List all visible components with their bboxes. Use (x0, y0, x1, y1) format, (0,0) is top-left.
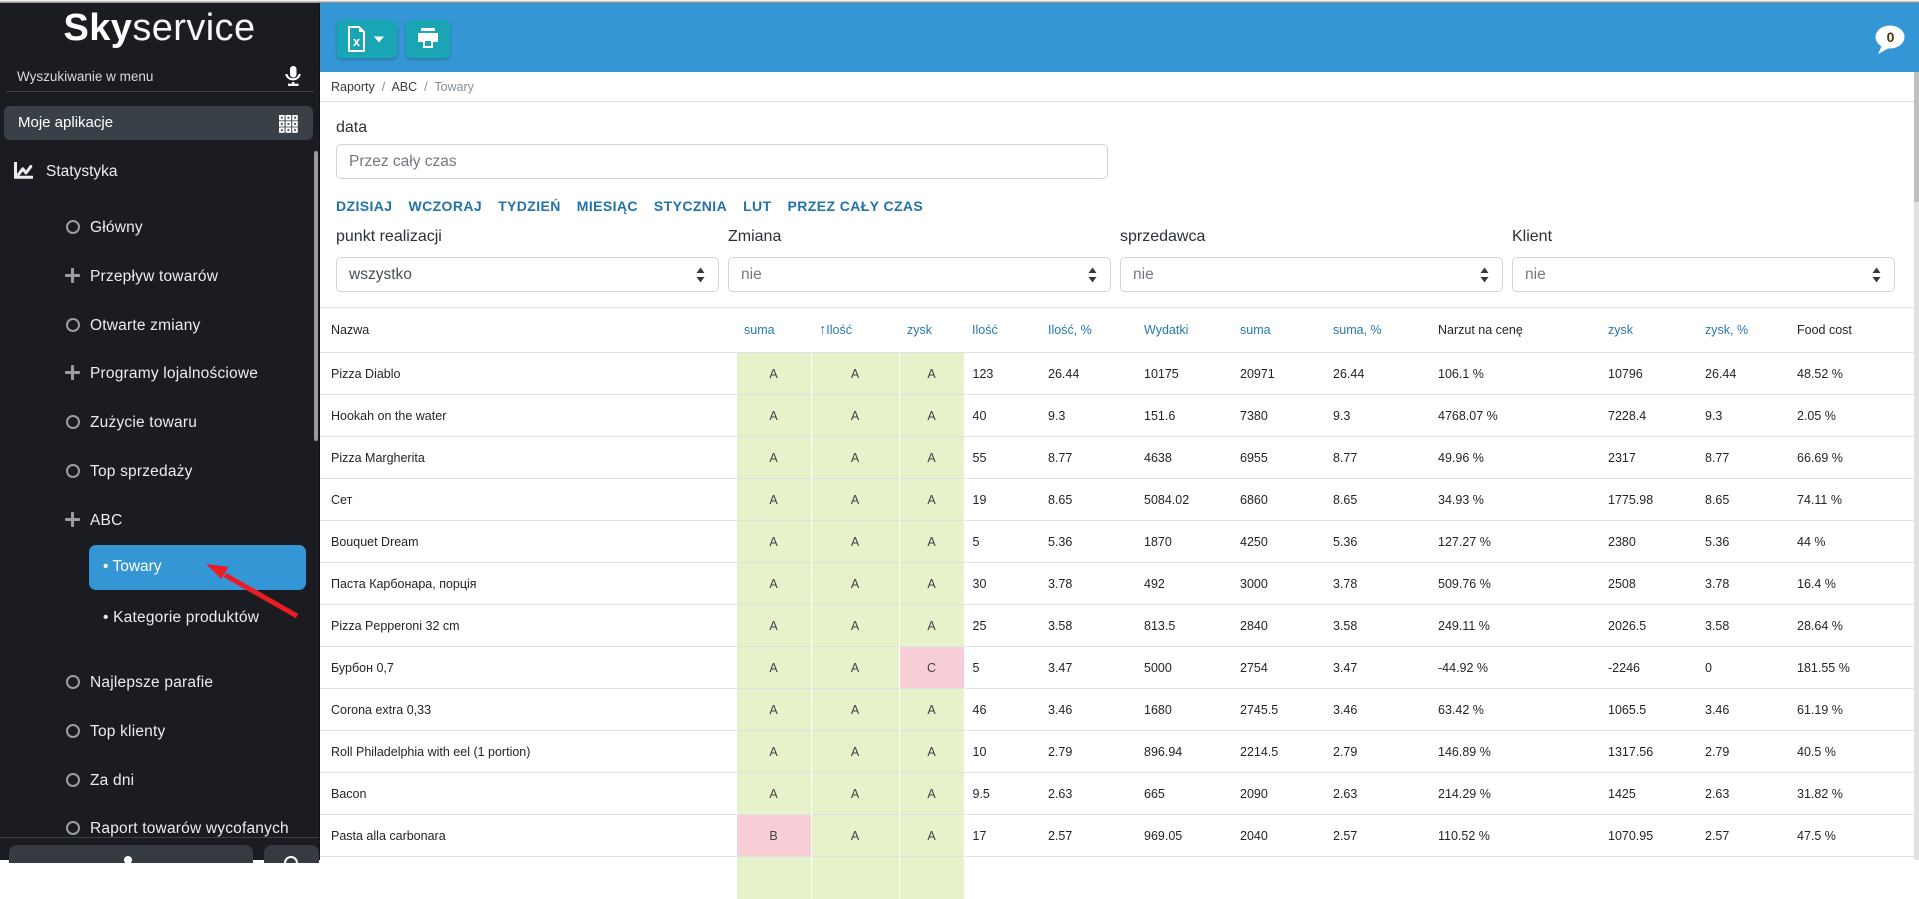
svg-text:0: 0 (1887, 29, 1895, 45)
svg-text:x: x (353, 34, 361, 49)
